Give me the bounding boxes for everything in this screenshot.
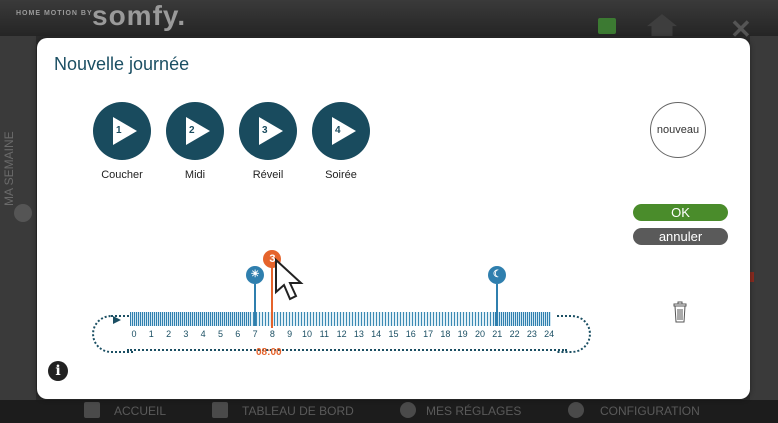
moon-icon[interactable]: ☾ xyxy=(488,266,507,284)
gear-icon xyxy=(568,402,584,418)
sidebar-label: MA SEMAINE xyxy=(2,131,16,206)
timeline-ticks[interactable] xyxy=(130,312,250,326)
user-icon xyxy=(400,402,416,418)
sunrise-marker-line[interactable] xyxy=(254,284,257,326)
brand-logo: somfy. xyxy=(92,0,187,31)
loop-indicator xyxy=(557,315,591,353)
loop-arrow-icon xyxy=(113,316,121,324)
loop-indicator xyxy=(127,349,567,351)
home-icon xyxy=(647,14,677,36)
mouse-pointer-icon xyxy=(275,258,304,301)
nav-item-mes-reglages: MES RÉGLAGES xyxy=(426,404,522,418)
app-header: HOME MOTION BY somfy. ✕ xyxy=(0,0,778,44)
nav-item-tableau-de-bord: TABLEAU DE BORD xyxy=(242,404,354,418)
box-icon xyxy=(598,18,616,34)
selected-time-label: 08:00 xyxy=(256,347,282,358)
home-icon xyxy=(84,402,100,418)
dashboard-icon xyxy=(212,402,228,418)
new-day-dialog: Nouvelle journée 1 Coucher 2 Midi 3 Réve… xyxy=(37,38,750,399)
sunrise-icon[interactable]: ☀ xyxy=(246,266,265,284)
sidebar-info-icon xyxy=(14,204,32,222)
nav-item-accueil: ACCUEIL xyxy=(114,404,167,418)
day-timeline[interactable]: 0 1 2 3 4 5 6 7 8 9 10 11 12 13 14 15 16 17 18 19 20 21 22 23 24… xyxy=(37,38,750,399)
app-right-panel xyxy=(750,36,778,400)
hour-label: 24 xyxy=(544,329,555,339)
brand-tagline: HOME MOTION BY xyxy=(16,10,93,17)
nav-item-configuration: CONFIGURATION xyxy=(600,404,700,418)
timeline-ticks[interactable] xyxy=(493,312,551,326)
night-marker-line[interactable] xyxy=(496,284,499,326)
